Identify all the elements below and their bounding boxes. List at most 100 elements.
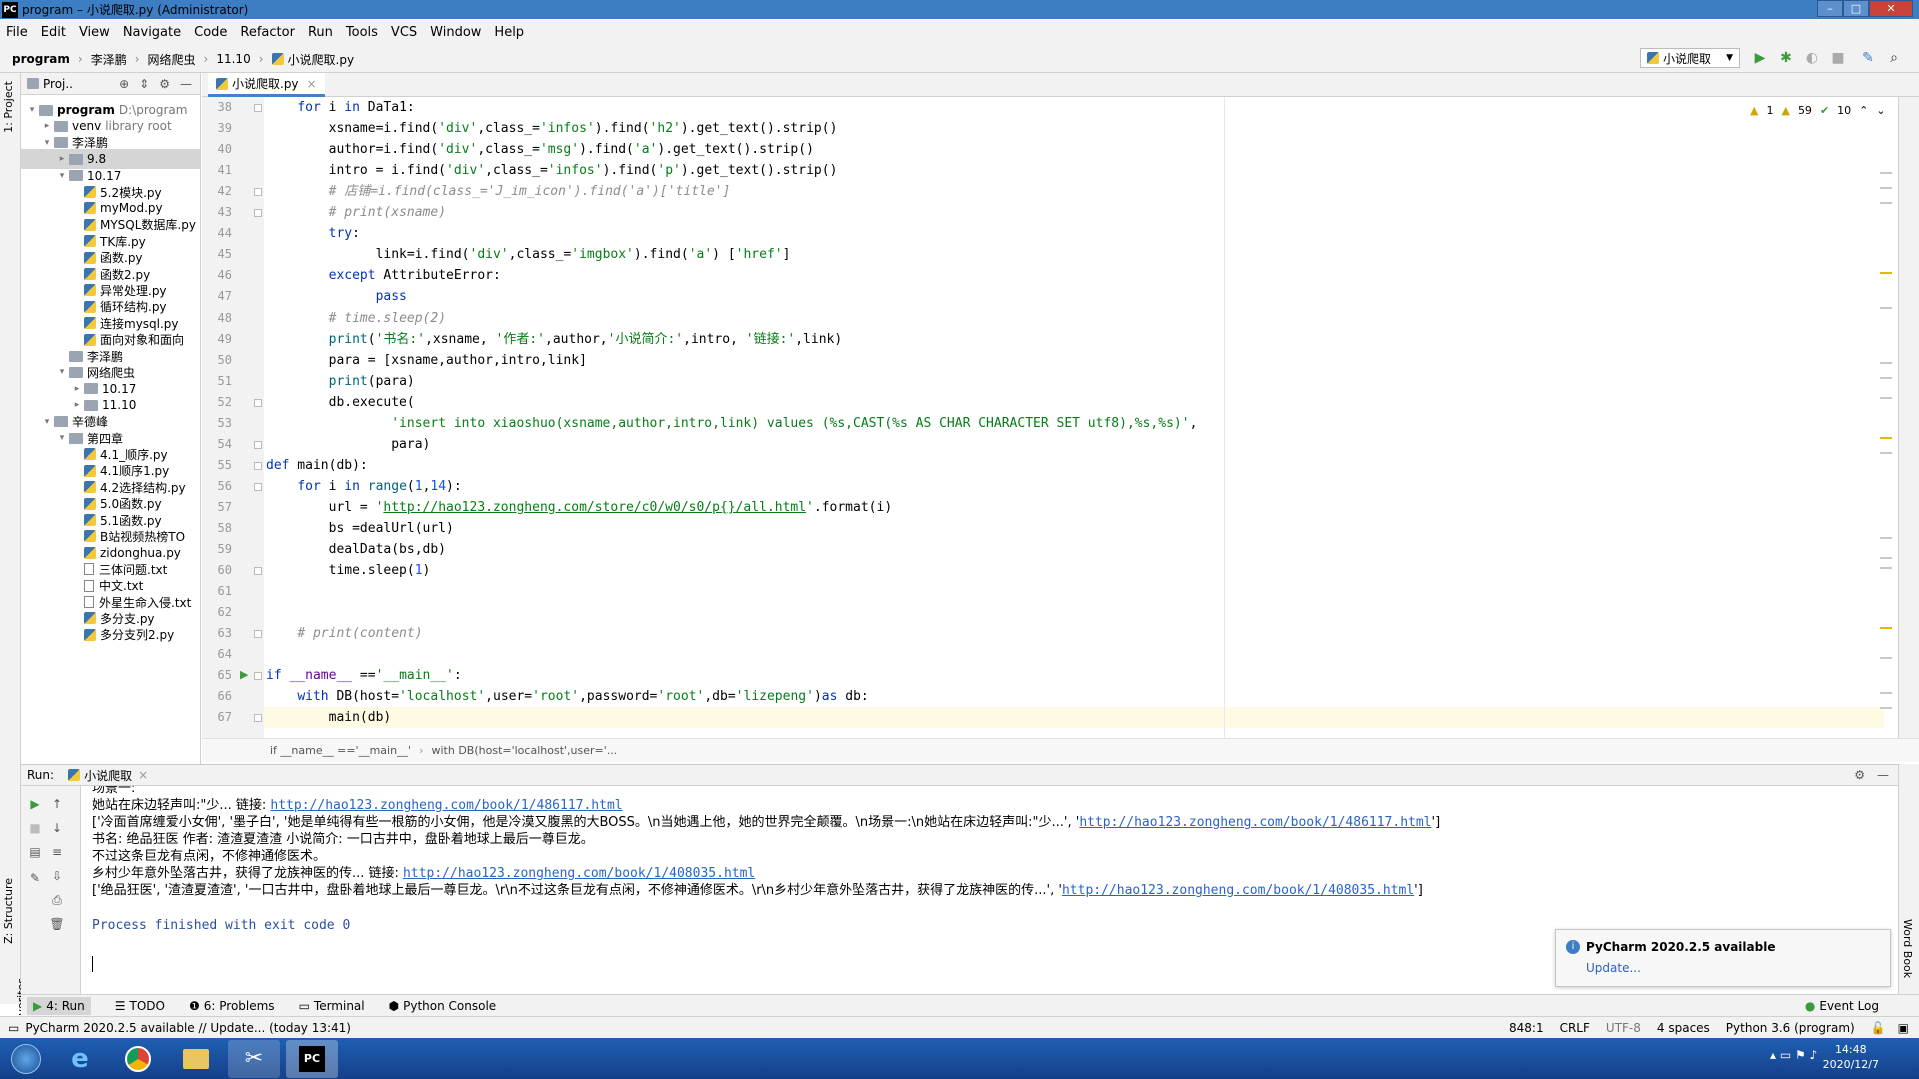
debug-icon[interactable]: ✱ [1778,50,1794,66]
chevron-icon[interactable]: ▾ [25,105,39,115]
system-clock[interactable]: 14:48 2020/12/7 [1823,1042,1879,1072]
close-tab-icon[interactable]: × [138,768,148,782]
code-editor[interactable]: for i in DaTa1: xsname=i.find('div',clas… [264,97,1884,738]
fold-marker-icon[interactable] [254,398,262,407]
ie-taskbar-button[interactable]: e [54,1040,106,1078]
locate-icon[interactable]: ⊕ [119,77,129,91]
file-encoding[interactable]: UTF-8 [1606,1021,1641,1035]
chevron-icon[interactable]: ▾ [40,138,54,148]
problems-tool-tab[interactable]: ❶ 6: Problems [189,999,275,1013]
editor-scroll-markers[interactable] [1880,97,1892,738]
fold-marker-icon[interactable] [254,440,262,449]
stop-icon[interactable]: ■ [1830,50,1846,66]
todo-tool-tab[interactable]: ☰ TODO [115,999,165,1013]
start-button[interactable] [4,1040,48,1078]
breadcrumb-project[interactable]: program [12,52,70,66]
menu-edit[interactable]: Edit [41,25,66,40]
fold-marker-icon[interactable] [254,188,262,197]
wordbook-tool-tab[interactable]: Word Book [1901,919,1914,978]
hide-icon[interactable]: — [180,77,192,91]
rerun-icon[interactable]: ▶ [27,796,43,812]
close-tab-icon[interactable]: × [307,77,317,91]
terminal-tool-tab[interactable]: ▭ Terminal [299,999,365,1013]
search-icon[interactable]: ⌕ [1886,50,1902,66]
breadcrumb-file[interactable]: 小说爬取.py [288,51,355,68]
snipping-taskbar-button[interactable]: ✂ [228,1039,280,1078]
trash-icon[interactable]: 🗑 [49,916,65,932]
caret-position[interactable]: 848:1 [1509,1021,1544,1035]
translate-icon[interactable]: ✎ [1860,50,1876,66]
console-link[interactable]: http://hao123.zongheng.com/book/1/486117… [270,798,622,813]
run-gutter-icon[interactable]: ▶ [240,668,248,681]
run-tool-tab[interactable]: ▶ 4: Run [27,996,91,1015]
indent-setting[interactable]: 4 spaces [1657,1021,1710,1035]
breadcrumb-folder[interactable]: 网络爬虫 [148,51,196,68]
fold-marker-icon[interactable] [254,461,262,470]
chevron-icon[interactable]: ▸ [55,154,69,164]
layout-icon[interactable]: ▤ [27,844,43,860]
project-tool-tab[interactable]: 1: Project [2,81,15,133]
update-link[interactable]: Update... [1586,961,1641,975]
structure-tool-tab[interactable]: Z: Structure [2,878,15,944]
chevron-up-icon[interactable]: ⌃ [1859,104,1868,117]
tree-item[interactable]: 多分支列2.py [21,625,174,645]
line-separator[interactable]: CRLF [1560,1021,1590,1035]
breadcrumb-folder[interactable]: 李泽鹏 [91,51,127,68]
explorer-taskbar-button[interactable] [170,1040,222,1078]
close-button[interactable]: ✕ [1869,0,1913,17]
menu-view[interactable]: View [79,25,110,40]
collapse-icon[interactable]: ⇕ [139,77,149,91]
pin-icon[interactable]: ✎ [27,870,43,886]
menu-file[interactable]: File [6,25,28,40]
fold-marker-icon[interactable] [254,209,262,218]
pycharm-taskbar-button[interactable]: PC [286,1039,338,1078]
code-breadcrumb-item[interactable]: with DB(host='localhost',user='... [432,744,618,757]
menu-navigate[interactable]: Navigate [123,25,181,40]
chevron-icon[interactable]: ▾ [55,171,69,181]
menu-run[interactable]: Run [308,25,333,40]
chevron-icon[interactable]: ▾ [55,433,69,443]
menu-window[interactable]: Window [430,25,481,40]
chevron-icon[interactable]: ▸ [70,384,84,394]
fold-marker-icon[interactable] [254,104,262,112]
coverage-icon[interactable]: ◐ [1804,50,1820,66]
update-notification[interactable]: i PyCharm 2020.2.5 available Update... [1555,929,1891,987]
console-link[interactable]: http://hao123.zongheng.com/book/1/408035… [403,866,755,881]
editor-tab[interactable]: 小说爬取.py × [208,73,325,97]
print-icon[interactable]: ⎙ [49,892,65,908]
python-console-tool-tab[interactable]: ⬢ Python Console [389,999,497,1013]
soft-wrap-icon[interactable]: ≡ [49,844,65,860]
project-view-select[interactable]: Proj.. [43,77,73,91]
gear-icon[interactable]: ⚙ [159,77,170,91]
breadcrumb-folder[interactable]: 11.10 [216,52,250,66]
chrome-taskbar-button[interactable] [112,1040,164,1078]
inspection-widget[interactable]: ▲ 1 ▲ 59 ✔ 10 ⌃ ⌄ [1750,104,1886,117]
chevron-icon[interactable]: ▸ [70,400,84,410]
run-icon[interactable]: ▶ [1752,50,1768,66]
run-tab[interactable]: 小说爬取 × [68,767,148,784]
menu-tools[interactable]: Tools [346,25,378,40]
menu-code[interactable]: Code [194,25,227,40]
console-link[interactable]: http://hao123.zongheng.com/book/1/408035… [1062,883,1414,898]
fold-marker-icon[interactable] [254,672,262,681]
gear-icon[interactable]: ⚙ [1854,768,1865,782]
minimize-button[interactable]: – [1817,0,1843,17]
scroll-end-icon[interactable]: ⇩ [49,868,65,884]
chevron-icon[interactable]: ▾ [55,367,69,377]
fold-marker-icon[interactable] [254,714,262,723]
lock-icon[interactable]: 🔓 [1871,1021,1886,1035]
code-breadcrumb-item[interactable]: if __name__ =='__main__' [270,744,411,757]
fold-marker-icon[interactable] [254,482,262,491]
status-message[interactable]: PyCharm 2020.2.5 available // Update... … [25,1021,351,1035]
chevron-icon[interactable]: ▾ [40,417,54,427]
python-interpreter[interactable]: Python 3.6 (program) [1726,1021,1855,1035]
maximize-button[interactable]: □ [1843,0,1869,17]
menu-refactor[interactable]: Refactor [240,25,295,40]
fold-marker-icon[interactable] [254,567,262,576]
tray-icons[interactable]: ▴ ▭ ⚑ ♪ [1770,1048,1817,1062]
console-link[interactable]: http://hao123.zongheng.com/book/1/486117… [1079,815,1431,830]
fold-marker-icon[interactable] [254,630,262,639]
arrow-down-icon[interactable]: ↓ [49,820,65,836]
run-config-select[interactable]: 小说爬取 ▼ [1640,48,1740,68]
menu-vcs[interactable]: VCS [391,25,417,40]
